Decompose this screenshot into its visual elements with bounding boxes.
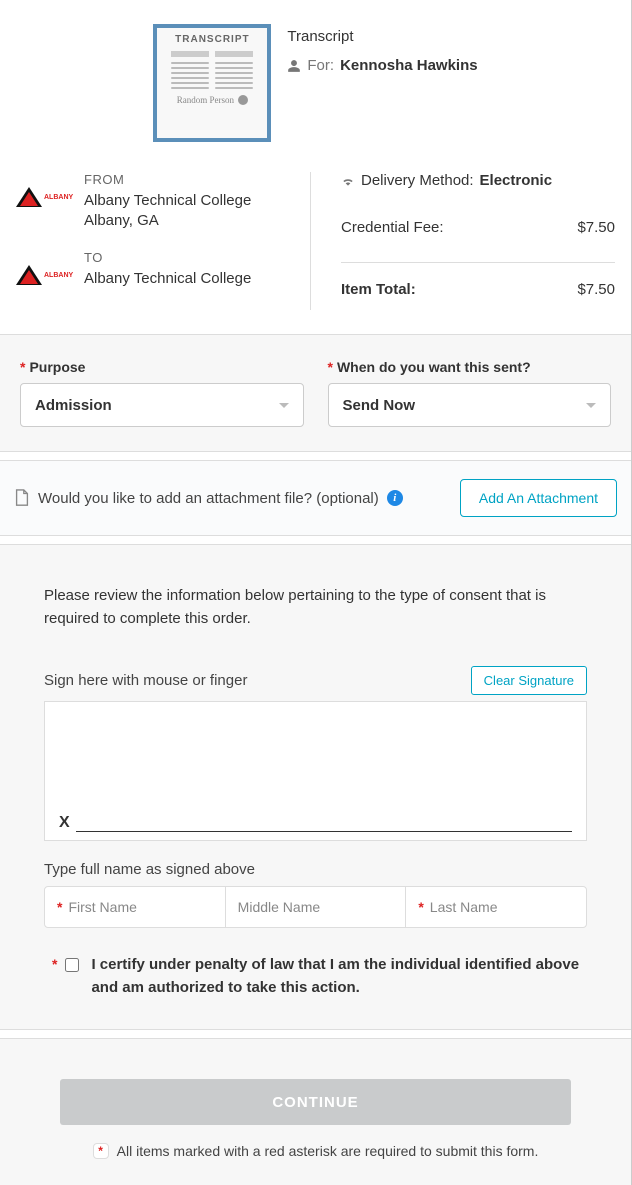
footer-note: All items marked with a red asterisk are… [117, 1143, 539, 1159]
info-icon[interactable]: i [387, 490, 403, 506]
when-value: Send Now [343, 397, 416, 414]
chevron-down-icon [279, 403, 289, 408]
certify-checkbox[interactable] [65, 958, 79, 972]
certify-text: I certify under penalty of law that I am… [91, 954, 587, 999]
document-type: Transcript [287, 28, 477, 45]
purpose-select[interactable]: Admission [20, 383, 304, 427]
clear-signature-button[interactable]: Clear Signature [471, 666, 587, 695]
from-institution-logo: ALBANY [16, 182, 72, 212]
when-label: When do you want this sent? [337, 359, 531, 375]
purpose-value: Admission [35, 397, 112, 414]
to-name: Albany Technical College [84, 269, 251, 289]
user-icon [287, 59, 301, 73]
last-name-input[interactable] [430, 899, 574, 915]
delivery-icon [341, 174, 355, 188]
thumb-title: TRANSCRIPT [175, 34, 249, 45]
required-badge-icon: * [93, 1143, 109, 1159]
signature-x: X [59, 814, 70, 832]
credential-fee-label: Credential Fee: [341, 219, 444, 236]
transcript-thumbnail: TRANSCRIPT Random Person [153, 24, 271, 142]
to-institution-logo: ALBANY [16, 260, 72, 290]
document-icon [14, 489, 30, 507]
name-label: Type full name as signed above [44, 861, 587, 878]
recipient-name: Kennosha Hawkins [340, 57, 478, 74]
consent-intro: Please review the information below pert… [44, 585, 587, 630]
when-select[interactable]: Send Now [328, 383, 612, 427]
delivery-method-label: Delivery Method: [361, 172, 474, 189]
from-name: Albany Technical College [84, 191, 251, 211]
first-name-input[interactable] [68, 899, 212, 915]
from-location: Albany, GA [84, 211, 251, 231]
attachment-question: Would you like to add an attachment file… [38, 490, 379, 507]
delivery-method-value: Electronic [480, 172, 553, 189]
item-total-value: $7.50 [577, 281, 615, 298]
continue-button[interactable]: CONTINUE [60, 1079, 571, 1125]
purpose-label: Purpose [29, 359, 85, 375]
credential-fee-value: $7.50 [577, 219, 615, 236]
to-label: TO [84, 250, 251, 265]
sign-label: Sign here with mouse or finger [44, 672, 247, 689]
signature-pad[interactable]: X [44, 701, 587, 841]
for-label: For: [307, 57, 334, 74]
add-attachment-button[interactable]: Add An Attachment [460, 479, 617, 517]
middle-name-input[interactable] [238, 899, 394, 915]
chevron-down-icon [586, 403, 596, 408]
from-label: FROM [84, 172, 251, 187]
item-total-label: Item Total: [341, 281, 416, 298]
